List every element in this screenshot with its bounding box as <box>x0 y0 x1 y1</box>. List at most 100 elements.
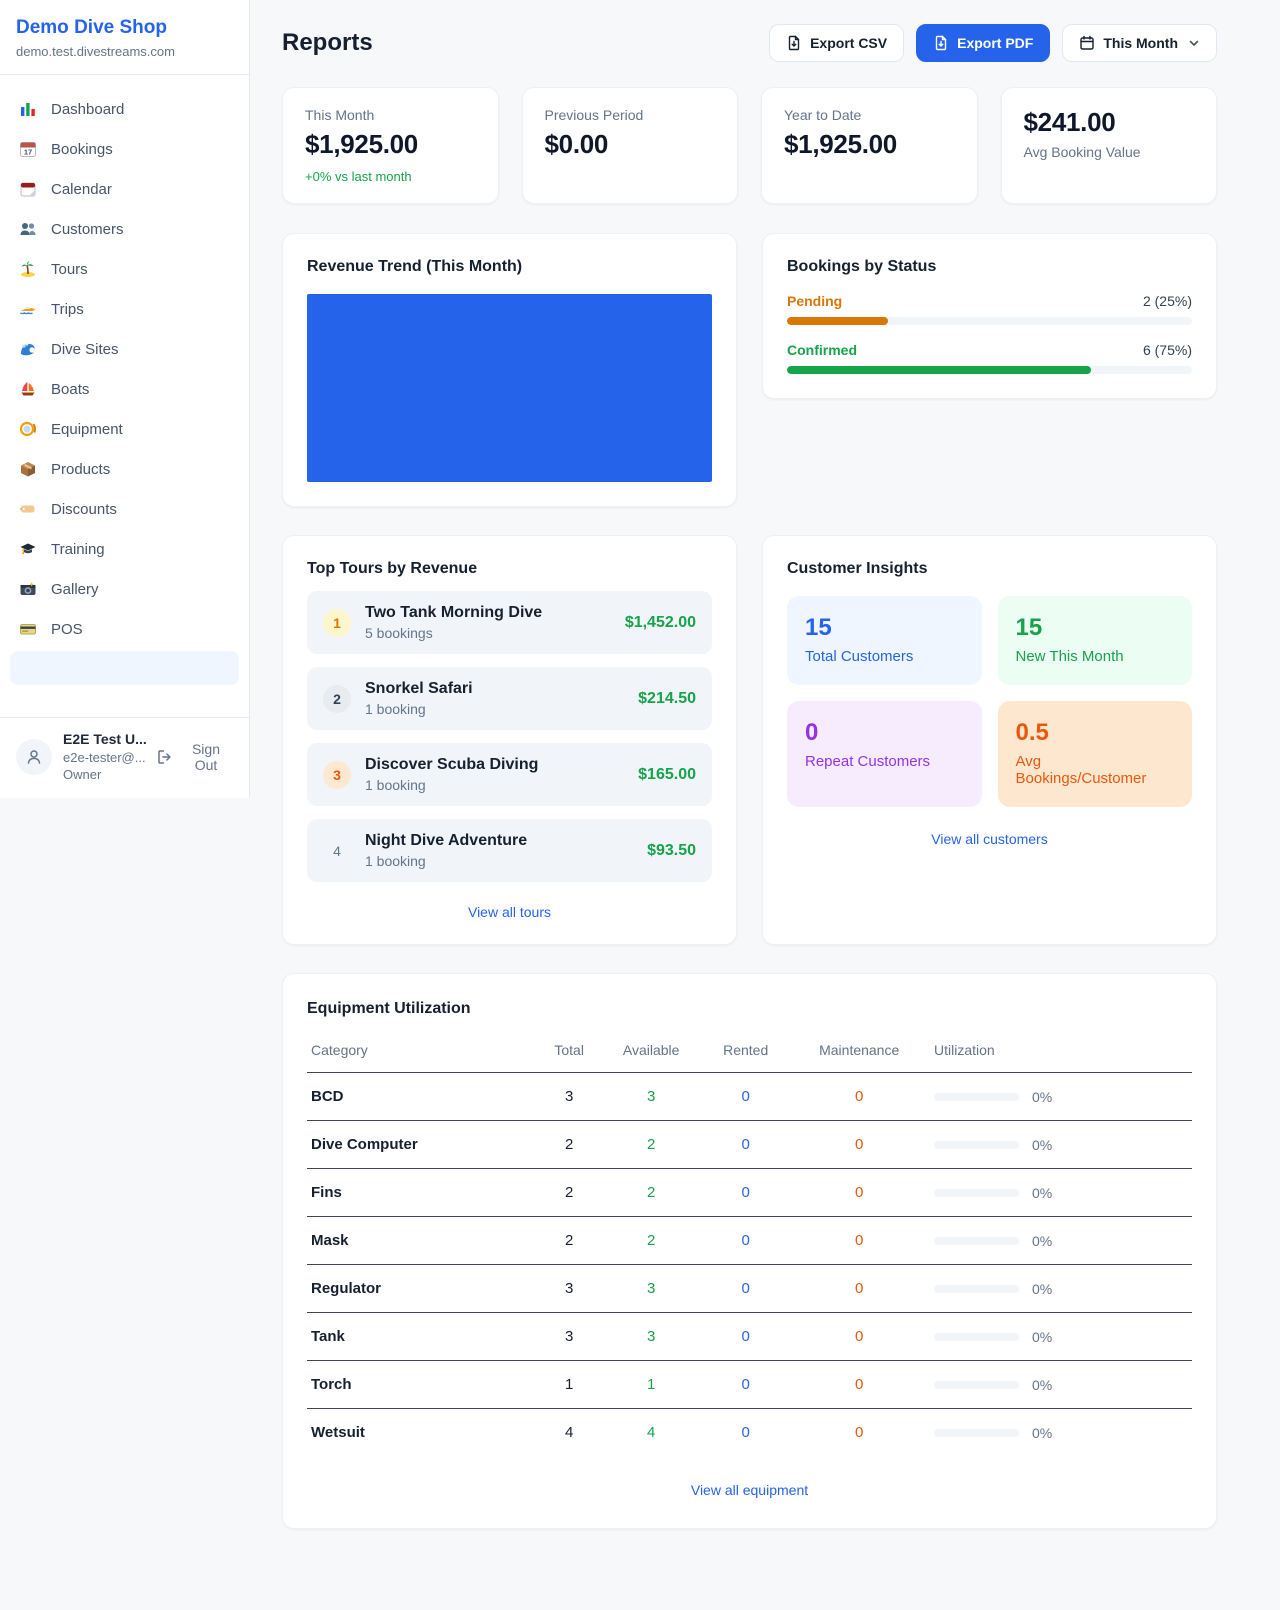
revenue-trend-chart <box>307 294 712 482</box>
camera-icon <box>18 579 38 599</box>
sidebar-nav: Dashboard 17 Bookings Calendar Customers… <box>0 75 249 717</box>
sidebar: Demo Dive Shop demo.test.divestreams.com… <box>0 0 250 798</box>
utilization-pct: 0% <box>1032 1137 1052 1153</box>
utilization-track <box>934 1285 1019 1293</box>
period-dropdown[interactable]: This Month <box>1062 24 1217 62</box>
cell-total: 2 <box>539 1121 599 1169</box>
col-category: Category <box>307 1032 539 1073</box>
equipment-utilization-card: Equipment Utilization Category Total Ava… <box>282 973 1217 1529</box>
table-row: Fins 2 2 0 0 0% <box>307 1169 1192 1217</box>
sidebar-item-training[interactable]: Training <box>8 529 241 569</box>
cell-category: BCD <box>307 1073 539 1121</box>
sailboat-icon <box>18 379 38 399</box>
sidebar-item-label: Dive Sites <box>51 341 119 358</box>
file-download-icon <box>933 35 949 51</box>
tour-name: Snorkel Safari <box>365 680 473 698</box>
sidebar-item-boats[interactable]: Boats <box>8 369 241 409</box>
tile-value: 0.5 <box>1016 719 1175 747</box>
header-actions: Export CSV Export PDF This Month <box>769 24 1217 62</box>
progress-track <box>787 366 1192 374</box>
col-available: Available <box>599 1032 703 1073</box>
export-csv-button[interactable]: Export CSV <box>769 24 904 62</box>
cell-available: 1 <box>599 1361 703 1409</box>
view-all-customers-link[interactable]: View all customers <box>787 831 1192 847</box>
sidebar-item-trips[interactable]: Trips <box>8 289 241 329</box>
chevron-down-icon <box>1188 37 1200 49</box>
island-icon <box>18 259 38 279</box>
sign-out-label: Sign Out <box>179 741 233 773</box>
cell-category: Regulator <box>307 1265 539 1313</box>
sidebar-item-active-partial[interactable] <box>10 651 239 685</box>
sidebar-item-label: Trips <box>51 301 84 318</box>
sidebar-item-calendar[interactable]: Calendar <box>8 169 241 209</box>
sidebar-item-label: Dashboard <box>51 101 124 118</box>
sidebar-item-discounts[interactable]: Discounts <box>8 489 241 529</box>
tour-amount: $1,452.00 <box>625 614 696 632</box>
graduation-cap-icon <box>18 539 38 559</box>
view-all-equipment-link[interactable]: View all equipment <box>307 1482 1192 1498</box>
person-icon <box>25 748 43 766</box>
col-utilization: Utilization <box>930 1032 1192 1073</box>
sidebar-item-label: Boats <box>51 381 89 398</box>
tile-label: Repeat Customers <box>805 753 964 770</box>
utilization-pct: 0% <box>1032 1329 1052 1345</box>
sidebar-item-dive-sites[interactable]: Dive Sites <box>8 329 241 369</box>
cell-maintenance: 0 <box>788 1073 930 1121</box>
sign-out-button[interactable]: Sign Out <box>157 741 233 773</box>
shop-header: Demo Dive Shop demo.test.divestreams.com <box>0 0 249 75</box>
sidebar-item-pos[interactable]: POS <box>8 609 241 649</box>
sidebar-item-label: Equipment <box>51 421 123 438</box>
utilization-track <box>934 1381 1019 1389</box>
cell-rented: 0 <box>703 1361 788 1409</box>
status-label: Pending <box>787 293 842 309</box>
view-all-tours-link[interactable]: View all tours <box>307 904 712 920</box>
utilization-track <box>934 1189 1019 1197</box>
sidebar-item-products[interactable]: Products <box>8 449 241 489</box>
sidebar-item-tours[interactable]: Tours <box>8 249 241 289</box>
cell-category: Fins <box>307 1169 539 1217</box>
cell-available: 2 <box>599 1217 703 1265</box>
sidebar-item-equipment[interactable]: Equipment <box>8 409 241 449</box>
tour-row: 1 Two Tank Morning Dive 5 bookings $1,45… <box>307 591 712 654</box>
stat-card-year-to-date: Year to Date $1,925.00 <box>761 87 978 204</box>
stats-grid: This Month $1,925.00 +0% vs last month P… <box>282 87 1217 204</box>
cell-maintenance: 0 <box>788 1313 930 1361</box>
table-row: Tank 3 3 0 0 0% <box>307 1313 1192 1361</box>
export-pdf-button[interactable]: Export PDF <box>916 24 1050 62</box>
stat-label: Year to Date <box>784 107 955 123</box>
utilization-pct: 0% <box>1032 1185 1052 1201</box>
tile-label: Total Customers <box>805 648 964 665</box>
sidebar-item-label: Products <box>51 461 110 478</box>
cell-category: Torch <box>307 1361 539 1409</box>
progress-fill-pending <box>787 317 888 325</box>
utilization-pct: 0% <box>1032 1281 1052 1297</box>
sidebar-item-dashboard[interactable]: Dashboard <box>8 89 241 129</box>
sidebar-item-gallery[interactable]: Gallery <box>8 569 241 609</box>
sidebar-item-label: Training <box>51 541 105 558</box>
cell-rented: 0 <box>703 1313 788 1361</box>
cell-total: 3 <box>539 1265 599 1313</box>
stat-value: $1,925.00 <box>305 129 476 160</box>
tile-value: 15 <box>1016 614 1175 642</box>
status-row-pending: Pending 2 (25%) <box>787 293 1192 325</box>
wave-icon <box>18 339 38 359</box>
cell-available: 3 <box>599 1313 703 1361</box>
rank-badge: 4 <box>323 837 351 865</box>
bookings-by-status-title: Bookings by Status <box>787 258 1192 276</box>
cell-rented: 0 <box>703 1265 788 1313</box>
progress-fill-confirmed <box>787 366 1091 374</box>
charts-row: Revenue Trend (This Month) Bookings by S… <box>282 233 1217 507</box>
cell-maintenance: 0 <box>788 1169 930 1217</box>
tour-amount: $93.50 <box>647 842 696 860</box>
tour-row: 2 Snorkel Safari 1 booking $214.50 <box>307 667 712 730</box>
cell-category: Wetsuit <box>307 1409 539 1457</box>
tile-avg-bookings-customer: 0.5 Avg Bookings/Customer <box>998 701 1193 807</box>
table-row: Mask 2 2 0 0 0% <box>307 1217 1192 1265</box>
period-label: This Month <box>1103 35 1178 51</box>
utilization-pct: 0% <box>1032 1377 1052 1393</box>
speedboat-icon <box>18 299 38 319</box>
sidebar-item-customers[interactable]: Customers <box>8 209 241 249</box>
sidebar-item-bookings[interactable]: 17 Bookings <box>8 129 241 169</box>
credit-card-icon <box>18 619 38 639</box>
cell-maintenance: 0 <box>788 1217 930 1265</box>
